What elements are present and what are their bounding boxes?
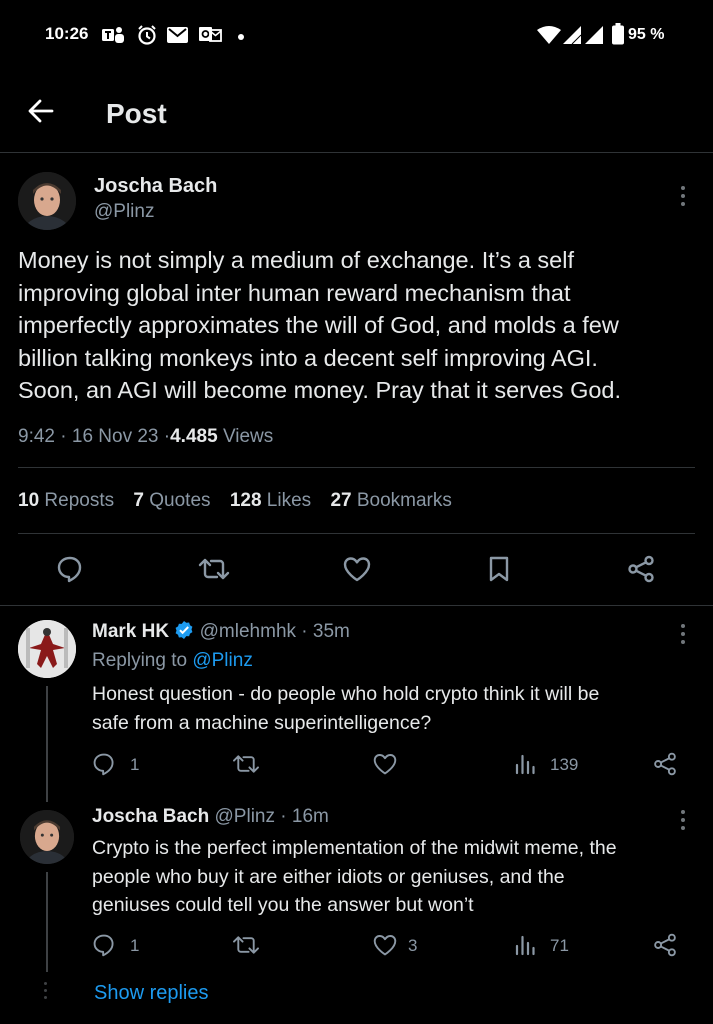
- notification-dot-icon: [238, 34, 244, 40]
- reply-action-bar: 1 3 71: [92, 933, 692, 959]
- reply-text: Honest question - do people who hold cry…: [92, 680, 707, 737]
- status-bar: 10:26 95 %: [0, 0, 713, 70]
- post-more-options[interactable]: [681, 186, 687, 210]
- reply-author-avatar[interactable]: [18, 620, 76, 678]
- reply-text-line: people who buy it are either idiots or g…: [92, 865, 565, 888]
- thread-dots: [44, 982, 47, 999]
- reply-button[interactable]: [92, 752, 116, 776]
- post-time: 9:42: [18, 426, 55, 447]
- likes-label: Likes: [266, 490, 312, 511]
- reply-header: Joscha Bach @Plinz · 16m: [92, 806, 329, 828]
- thread-line: [46, 686, 48, 802]
- bookmarks-stat[interactable]: 27 Bookmarks: [330, 490, 451, 511]
- back-arrow-icon[interactable]: [28, 98, 54, 124]
- post-text-line: improving global inter human reward mech…: [18, 279, 571, 306]
- post-text-line: billion talking monkeys into a decent se…: [18, 344, 598, 371]
- verified-badge-icon: [174, 620, 194, 640]
- repost-button[interactable]: [232, 933, 260, 957]
- show-replies-link[interactable]: Show replies: [94, 982, 209, 1005]
- reply-text-line: safe from a machine superintelligence?: [92, 711, 432, 734]
- post-stats: 10 Reposts 7 Quotes 128 Likes 27 Bookmar…: [18, 490, 452, 512]
- post-author-name[interactable]: Joscha Bach: [94, 175, 217, 198]
- page-title: Post: [106, 98, 167, 129]
- status-time: 10:26: [45, 24, 89, 43]
- quotes-stat[interactable]: 7 Quotes: [133, 490, 210, 511]
- reply-count: 1: [130, 755, 140, 774]
- likes-count: 128: [229, 490, 262, 511]
- wifi-icon: [537, 25, 561, 45]
- reply-button[interactable]: [92, 933, 116, 957]
- quotes-label: Quotes: [149, 490, 211, 511]
- quotes-count: 7: [133, 490, 144, 511]
- stats-divider: [18, 533, 695, 534]
- view-count: 139: [550, 755, 579, 774]
- alarm-icon: [136, 24, 158, 46]
- mail-icon: [167, 27, 188, 43]
- outlook-icon: [198, 25, 222, 45]
- reposts-label: Reposts: [44, 490, 115, 511]
- actions-divider: [0, 605, 713, 606]
- more-options-icon[interactable]: [681, 810, 687, 834]
- reply-author-name[interactable]: Mark HK: [92, 621, 169, 642]
- battery-icon: [612, 23, 624, 45]
- reply-author-handle[interactable]: @mlehmhk: [200, 621, 296, 642]
- header-divider: [0, 152, 713, 153]
- view-count: 71: [550, 936, 569, 955]
- post-author-handle[interactable]: @Plinz: [94, 201, 154, 223]
- reply-text-line: geniuses could tell you the answer but w…: [92, 894, 474, 916]
- views-count: 4.485: [170, 426, 218, 447]
- share-button[interactable]: [652, 752, 678, 776]
- post-author-avatar[interactable]: [18, 172, 76, 230]
- post-text: Money is not simply a medium of exchange…: [18, 244, 708, 407]
- views-icon[interactable]: [514, 934, 536, 956]
- bookmarks-label: Bookmarks: [356, 490, 452, 511]
- repost-button[interactable]: [198, 555, 230, 583]
- replying-to-handle[interactable]: @Plinz: [192, 650, 252, 671]
- share-button[interactable]: [652, 933, 678, 957]
- thread-line: [46, 872, 48, 972]
- replying-to-label: Replying to: [92, 650, 188, 671]
- battery-percent: 95 %: [628, 26, 665, 43]
- reply-time: · 16m: [280, 806, 329, 827]
- repost-button[interactable]: [232, 752, 260, 776]
- post-text-line: Soon, an AGI will become money. Pray tha…: [18, 377, 622, 403]
- reply-text: Crypto is the perfect implementation of …: [92, 834, 707, 920]
- like-button[interactable]: [372, 933, 398, 957]
- reply-button[interactable]: [56, 555, 84, 583]
- post-action-bar: [0, 553, 713, 587]
- post-text-line: imperfectly approximates the will of God…: [18, 312, 619, 338]
- meta-divider: [18, 467, 695, 468]
- more-options-icon[interactable]: [681, 624, 687, 648]
- meta-sep: ·: [60, 426, 67, 447]
- reposts-stat[interactable]: 10 Reposts: [18, 490, 114, 511]
- reply-count: 1: [130, 936, 140, 955]
- reply-text-line: Honest question - do people who hold cry…: [92, 683, 600, 705]
- like-button[interactable]: [372, 752, 398, 776]
- signal-icon: [562, 24, 606, 46]
- like-button[interactable]: [342, 555, 372, 583]
- reply-time: · 35m: [301, 621, 350, 642]
- bookmarks-count: 27: [330, 490, 352, 511]
- reply-header: Mark HK @mlehmhk · 35m: [92, 620, 350, 643]
- reposts-count: 10: [18, 490, 40, 511]
- share-button[interactable]: [626, 555, 656, 583]
- likes-stat[interactable]: 128 Likes: [230, 490, 311, 511]
- reply-action-bar: 1 139: [92, 752, 692, 778]
- reply-text-line: Crypto is the perfect implementation of …: [92, 837, 617, 859]
- views-label: Views: [222, 426, 274, 447]
- views-icon[interactable]: [514, 753, 536, 775]
- app-header: Post: [0, 78, 713, 152]
- replying-to: Replying to @Plinz: [92, 650, 253, 672]
- reply-author-name[interactable]: Joscha Bach: [92, 806, 209, 827]
- like-count: 3: [408, 936, 418, 955]
- bookmark-button[interactable]: [487, 555, 511, 583]
- teams-icon: [101, 25, 125, 47]
- reply-author-handle[interactable]: @Plinz: [215, 806, 275, 827]
- post-text-line: Money is not simply a medium of exchange…: [18, 247, 574, 273]
- reply-author-avatar[interactable]: [20, 810, 74, 864]
- post-date: 16 Nov 23: [71, 426, 159, 447]
- post-meta: 9:42 · 16 Nov 23 ·4.485 Views: [18, 426, 273, 448]
